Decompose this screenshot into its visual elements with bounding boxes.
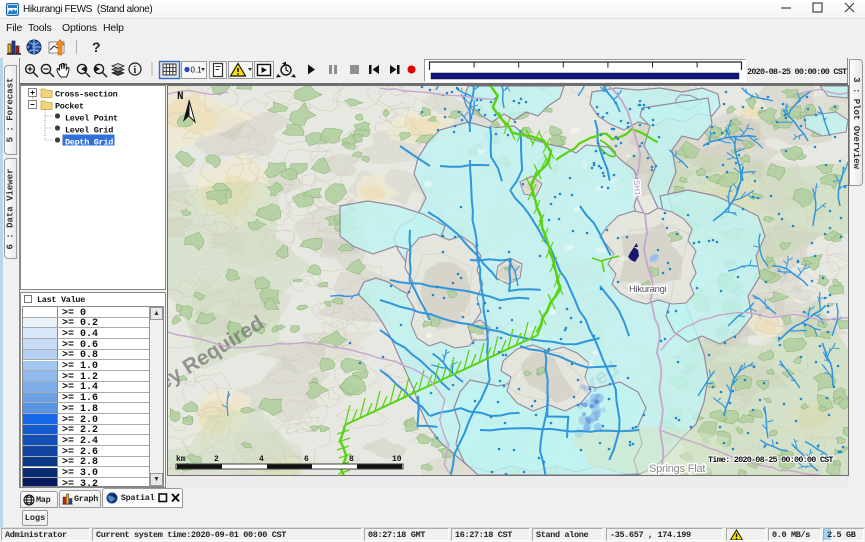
svg-text:N: N: [177, 91, 184, 103]
svg-text:Level Point: Level Point: [65, 114, 118, 124]
svg-text:0.1: 0.1: [191, 66, 203, 75]
svg-text:10: 10: [392, 455, 402, 464]
svg-text:Depth Grid: Depth Grid: [65, 138, 113, 148]
svg-text:2: 2: [214, 455, 219, 464]
svg-text:Pocket: Pocket: [55, 102, 84, 112]
svg-text:4: 4: [259, 455, 264, 464]
svg-text:Cross-section: Cross-section: [55, 90, 118, 100]
svg-text:Hikurangi: Hikurangi: [629, 284, 667, 295]
svg-text:8: 8: [349, 455, 354, 464]
svg-text:SH1: SH1: [632, 180, 642, 197]
svg-text:km: km: [176, 455, 186, 464]
svg-text:6: 6: [304, 455, 309, 464]
svg-text:Springs Flat: Springs Flat: [649, 463, 705, 475]
svg-text:Level Grid: Level Grid: [65, 126, 113, 136]
svg-text:Time: 2020-08-25 00:00:00 CST: Time: 2020-08-25 00:00:00 CST: [708, 455, 833, 465]
svg-text:i: i: [134, 65, 137, 76]
